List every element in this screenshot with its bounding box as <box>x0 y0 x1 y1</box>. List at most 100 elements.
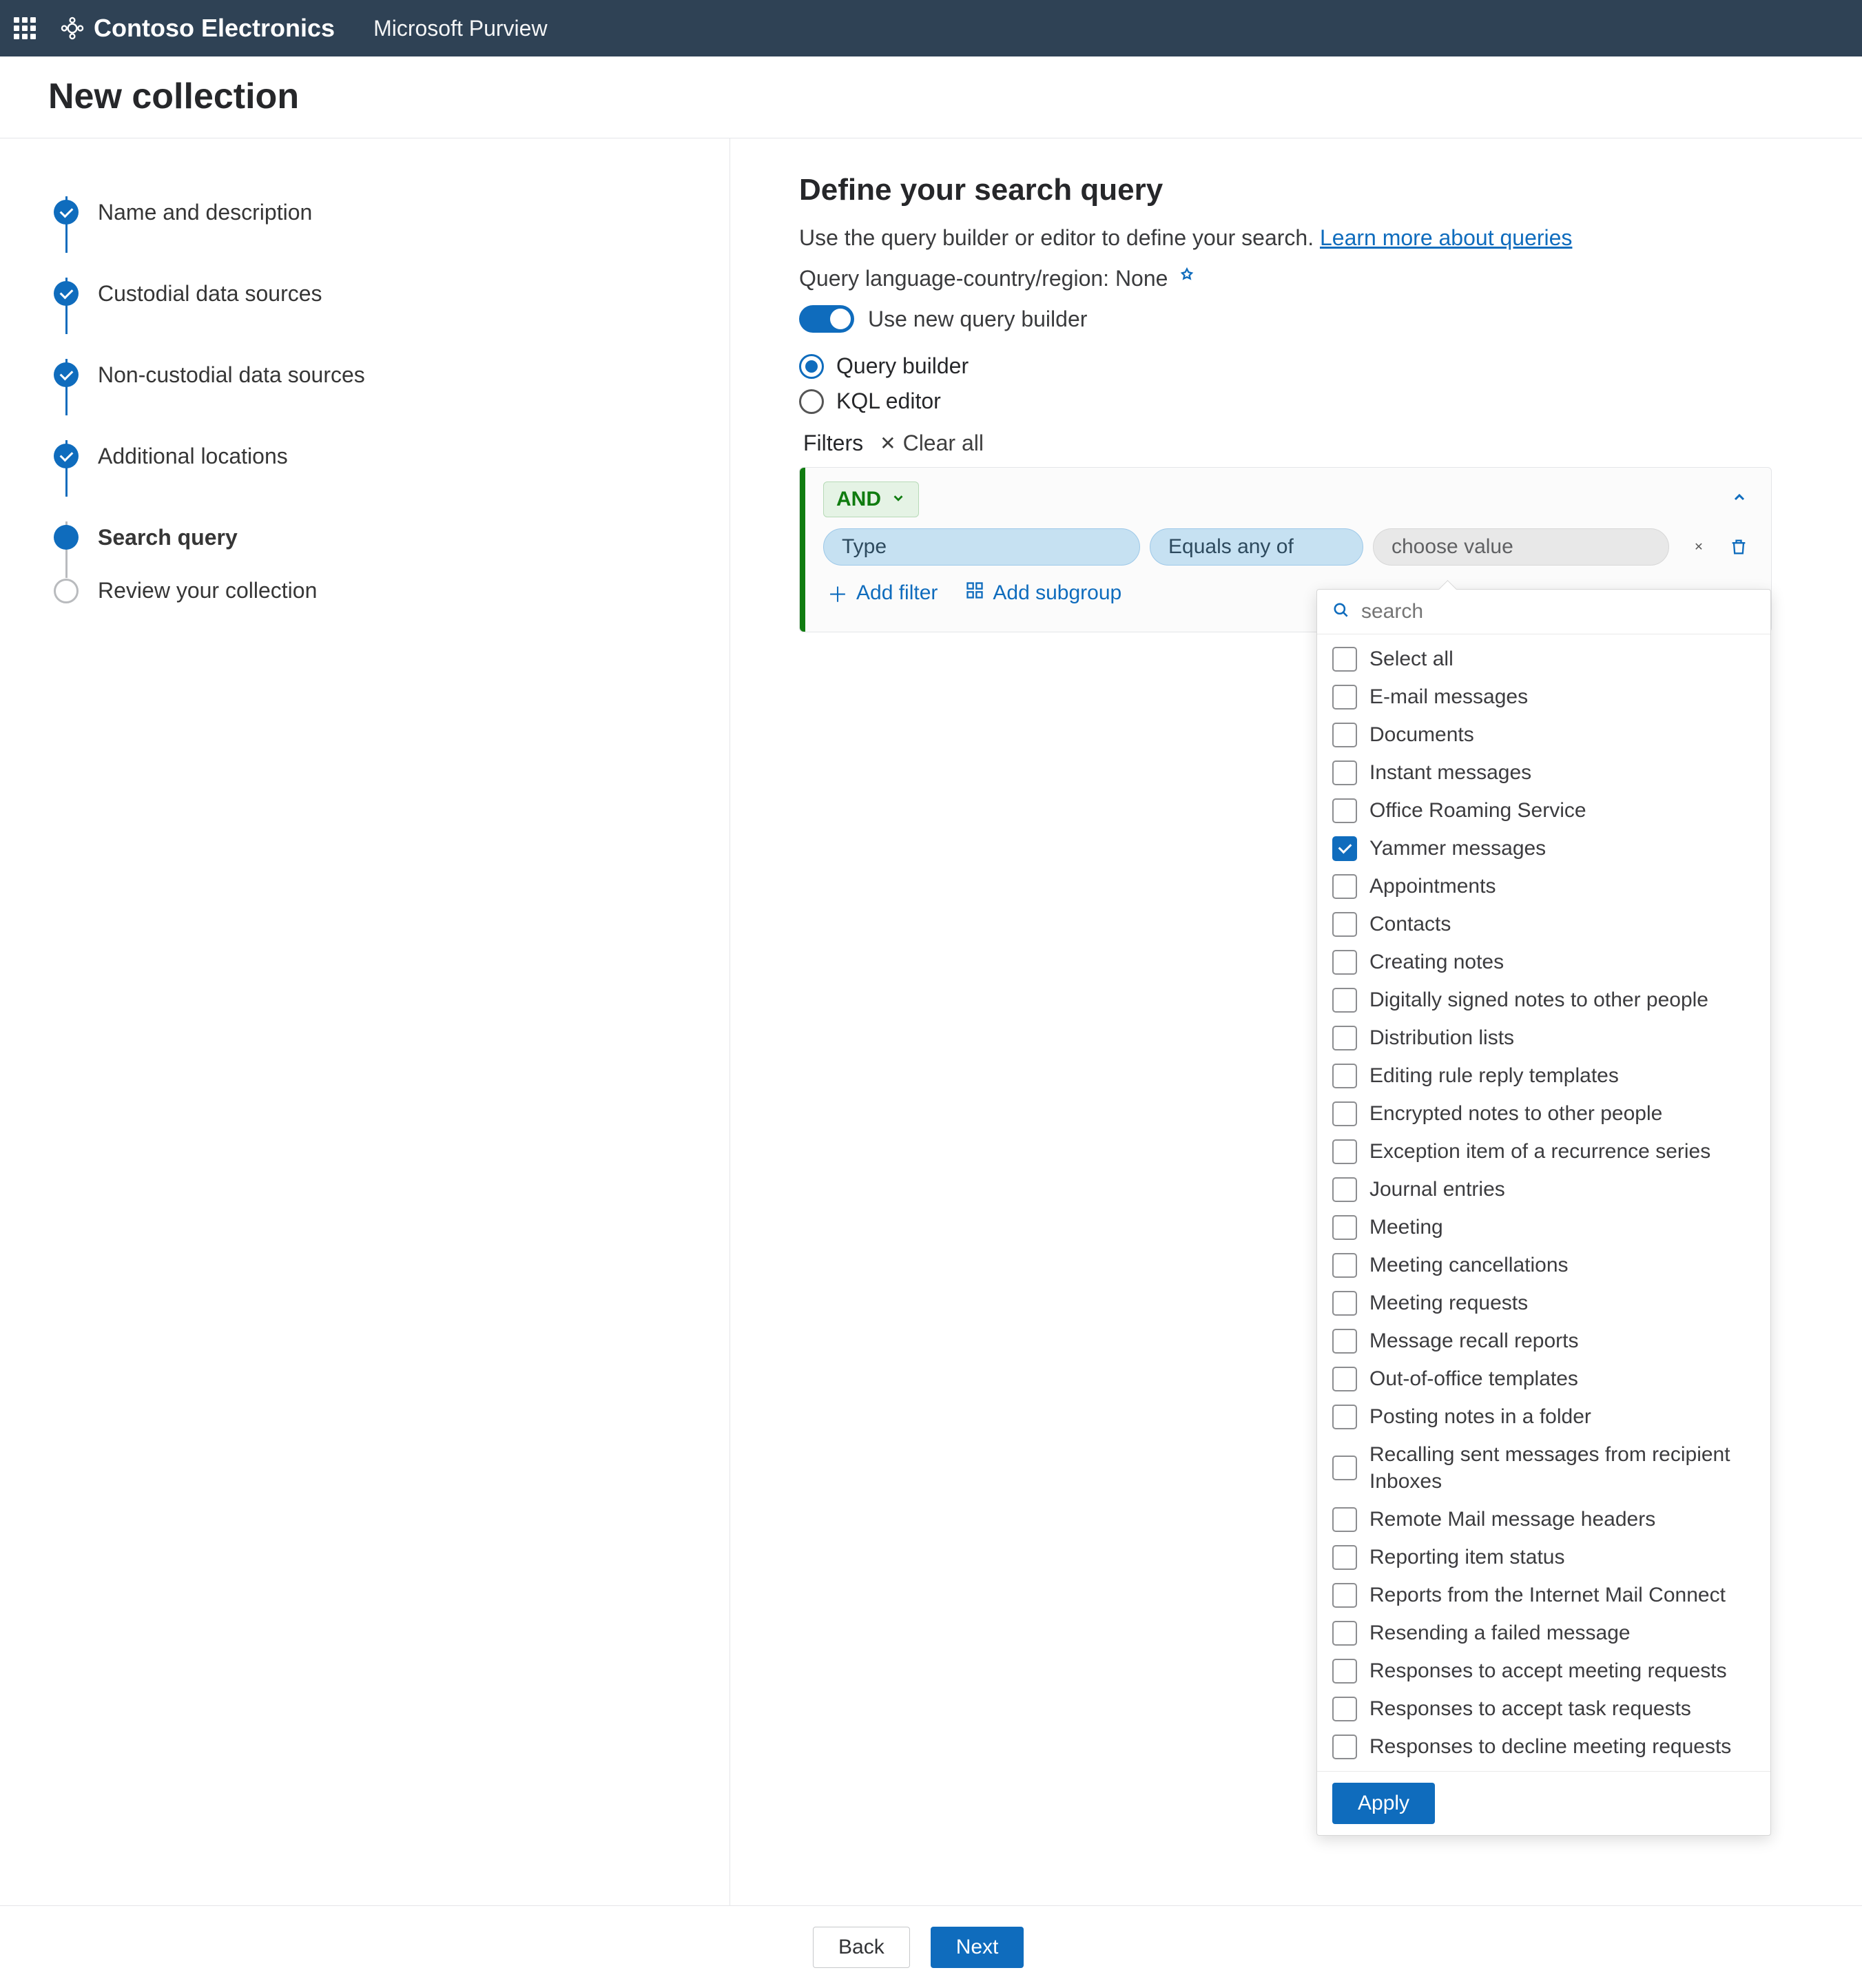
flyout-options-list[interactable]: Select all E-mail messages DocumentsInstan… <box>1317 634 1770 1771</box>
dropdown-option[interactable]: Remote Mail message headers <box>1317 1500 1770 1538</box>
dropdown-option[interactable]: Contacts <box>1317 905 1770 943</box>
step-label: Search query <box>98 525 238 550</box>
option-label: Select all <box>1369 645 1454 672</box>
dropdown-option[interactable]: Office Roaming Service <box>1317 791 1770 829</box>
option-label: E-mail messages <box>1369 683 1528 710</box>
dropdown-option[interactable]: Exception item of a recurrence series <box>1317 1132 1770 1170</box>
checkbox-icon <box>1332 1697 1357 1721</box>
dropdown-option[interactable]: Responses to decline meeting requests <box>1317 1728 1770 1766</box>
dropdown-option[interactable]: Journal entries <box>1317 1170 1770 1208</box>
delete-row-icon[interactable] <box>1726 534 1752 560</box>
collapse-group-icon[interactable] <box>1731 488 1748 511</box>
radio-label: Query builder <box>836 353 969 379</box>
wizard-step[interactable]: Name and description <box>54 172 730 253</box>
editor-mode-radio-group: Query builder KQL editor <box>799 353 1834 414</box>
filter-row-actions: ✕ <box>1686 534 1752 560</box>
add-filter-button[interactable]: ＋ Add filter <box>827 578 938 608</box>
new-builder-toggle-row: Use new query builder <box>799 305 1834 333</box>
add-filter-label: Add filter <box>856 581 938 605</box>
radio-icon <box>799 389 824 414</box>
dropdown-option[interactable]: Digitally signed notes to other people <box>1317 981 1770 1019</box>
dropdown-option[interactable]: Instant messages <box>1317 754 1770 791</box>
option-label: Office Roaming Service <box>1369 797 1586 824</box>
checkbox-icon <box>1332 1329 1357 1354</box>
flyout-search-input[interactable] <box>1360 599 1755 624</box>
app-launcher-icon[interactable] <box>14 17 36 39</box>
step-dot-icon <box>54 281 79 306</box>
dropdown-option[interactable]: Reporting item status <box>1317 1538 1770 1576</box>
step-dot-icon <box>54 525 79 550</box>
filter-operator-label: Equals any of <box>1168 535 1294 559</box>
add-subgroup-button[interactable]: Add subgroup <box>965 581 1121 605</box>
wizard-step[interactable]: Non-custodial data sources <box>54 334 730 415</box>
filters-toolbar: Filters ✕ Clear all <box>803 431 1834 456</box>
section-heading: Define your search query <box>799 173 1834 207</box>
product-name: Microsoft Purview <box>373 16 548 41</box>
option-label: Responses to decline meeting requests <box>1369 1733 1731 1760</box>
flyout-footer: Apply <box>1317 1771 1770 1835</box>
radio-query-builder[interactable]: Query builder <box>799 353 1834 379</box>
dropdown-option[interactable]: Message recall reports <box>1317 1322 1770 1360</box>
option-label: Editing rule reply templates <box>1369 1062 1619 1089</box>
dropdown-option[interactable]: E-mail messages <box>1317 678 1770 716</box>
checkbox-icon <box>1332 1735 1357 1759</box>
step-dot-icon <box>54 362 79 387</box>
dropdown-option[interactable]: Select all <box>1317 640 1770 678</box>
option-label: Creating notes <box>1369 949 1504 975</box>
dropdown-option[interactable]: Appointments <box>1317 867 1770 905</box>
checkbox-icon <box>1332 1405 1357 1429</box>
filter-field-label: Type <box>842 535 887 559</box>
main-content: Define your search query Use the query b… <box>730 138 1862 1909</box>
checkbox-icon <box>1332 874 1357 899</box>
dropdown-option[interactable]: Yammer messages <box>1317 829 1770 867</box>
group-operator-chip[interactable]: AND <box>823 482 919 517</box>
dropdown-option[interactable]: Meeting <box>1317 1208 1770 1246</box>
step-label: Additional locations <box>98 444 288 469</box>
dropdown-option[interactable]: Creating notes <box>1317 943 1770 981</box>
next-button[interactable]: Next <box>931 1927 1024 1968</box>
checkbox-icon <box>1332 647 1357 672</box>
option-label: Exception item of a recurrence series <box>1369 1138 1710 1165</box>
filter-field-pill[interactable]: Type <box>823 528 1140 566</box>
option-label: Meeting cancellations <box>1369 1252 1569 1278</box>
clear-all-button[interactable]: ✕ Clear all <box>880 431 984 456</box>
clear-value-icon[interactable]: ✕ <box>1686 534 1712 560</box>
dropdown-option[interactable]: Encrypted notes to other people <box>1317 1095 1770 1132</box>
dropdown-option[interactable]: Recalling sent messages from recipient I… <box>1317 1436 1770 1500</box>
dropdown-option[interactable]: Out-of-office templates <box>1317 1360 1770 1398</box>
dropdown-option[interactable]: Reports from the Internet Mail Connect <box>1317 1576 1770 1614</box>
search-icon <box>1332 601 1350 623</box>
wizard-step[interactable]: Custodial data sources <box>54 253 730 334</box>
use-new-builder-toggle[interactable] <box>799 305 854 333</box>
wizard-step[interactable]: Review your collection <box>54 578 730 603</box>
wizard-step[interactable]: Additional locations <box>54 415 730 497</box>
dropdown-option[interactable]: Meeting requests <box>1317 1284 1770 1322</box>
option-label: Reporting item status <box>1369 1544 1564 1571</box>
back-button[interactable]: Back <box>813 1927 910 1968</box>
dropdown-option[interactable]: Documents <box>1317 716 1770 754</box>
dropdown-option[interactable]: Meeting cancellations <box>1317 1246 1770 1284</box>
page-title-region: New collection <box>0 56 1862 138</box>
filter-value-pill[interactable]: choose value <box>1373 528 1669 566</box>
radio-kql-editor[interactable]: KQL editor <box>799 389 1834 414</box>
checkbox-icon <box>1332 1507 1357 1532</box>
dropdown-option[interactable]: Responses to accept task requests <box>1317 1690 1770 1728</box>
filter-operator-pill[interactable]: Equals any of <box>1150 528 1363 566</box>
option-label: Resending a failed message <box>1369 1619 1631 1646</box>
checkbox-icon <box>1332 1545 1357 1570</box>
checkbox-icon <box>1332 1101 1357 1126</box>
option-label: Appointments <box>1369 873 1496 900</box>
dropdown-option[interactable]: Posting notes in a folder <box>1317 1398 1770 1436</box>
org-name: Contoso Electronics <box>94 14 335 43</box>
checkbox-icon <box>1332 1026 1357 1050</box>
locale-label: Query language-country/region: <box>799 266 1115 291</box>
checkbox-icon <box>1332 836 1357 861</box>
edit-locale-icon[interactable] <box>1177 266 1197 291</box>
apply-button[interactable]: Apply <box>1332 1783 1435 1824</box>
dropdown-option[interactable]: Responses to accept meeting requests <box>1317 1652 1770 1690</box>
wizard-step[interactable]: Search query <box>54 497 730 578</box>
learn-more-link[interactable]: Learn more about queries <box>1320 225 1572 250</box>
dropdown-option[interactable]: Distribution lists <box>1317 1019 1770 1057</box>
dropdown-option[interactable]: Editing rule reply templates <box>1317 1057 1770 1095</box>
dropdown-option[interactable]: Resending a failed message <box>1317 1614 1770 1652</box>
